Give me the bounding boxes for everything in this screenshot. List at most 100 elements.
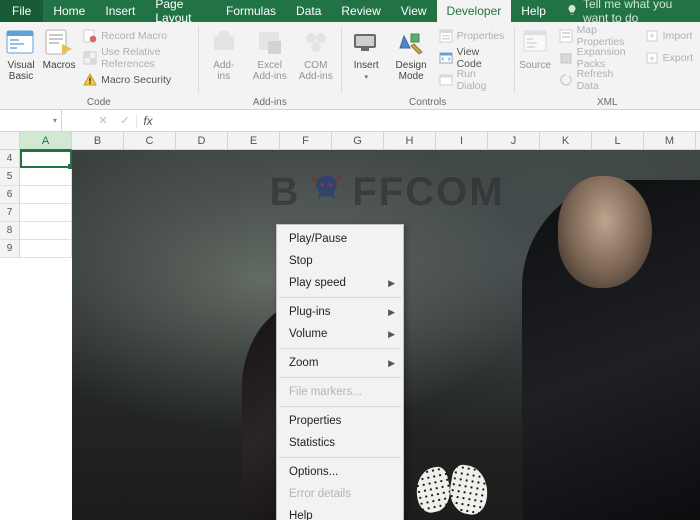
relative-references-icon xyxy=(83,51,97,65)
row-header[interactable]: 6 xyxy=(0,186,20,204)
column-header-A[interactable]: A xyxy=(20,132,72,150)
column-header-D[interactable]: D xyxy=(176,132,228,149)
menu-options[interactable]: Options... xyxy=(277,461,403,483)
name-box[interactable]: ▾ xyxy=(0,110,62,131)
watermark-logo: B FFCOM xyxy=(269,165,504,219)
bulb-icon xyxy=(566,4,578,19)
addins-button[interactable]: Add-ins xyxy=(203,24,245,82)
macros-button[interactable]: Macros xyxy=(42,24,76,71)
column-header-G[interactable]: G xyxy=(332,132,384,149)
use-relative-references-button[interactable]: Use Relative References xyxy=(80,48,194,68)
insert-controls-icon xyxy=(350,26,382,58)
menu-play-pause[interactable]: Play/Pause xyxy=(277,228,403,250)
menu-play-speed[interactable]: Play speed▶ xyxy=(277,272,403,294)
run-dialog-button[interactable]: Run Dialog xyxy=(436,70,510,90)
group-label-controls: Controls xyxy=(346,97,510,109)
properties-icon xyxy=(439,29,453,43)
chevron-right-icon: ▶ xyxy=(388,278,395,289)
import-button[interactable]: Import xyxy=(642,26,696,46)
tab-page-layout[interactable]: Page Layout xyxy=(145,0,216,22)
column-header-H[interactable]: H xyxy=(384,132,436,149)
source-button[interactable]: Source xyxy=(519,24,552,71)
export-icon xyxy=(645,51,659,65)
tab-help[interactable]: Help xyxy=(511,0,556,22)
ribbon-group-controls: Insert▾ DesignMode Properties xyxy=(342,22,514,109)
com-addins-button[interactable]: COMAdd-ins xyxy=(295,24,337,82)
chevron-right-icon: ▶ xyxy=(388,329,395,340)
tab-home[interactable]: Home xyxy=(43,0,95,22)
excel-addins-icon xyxy=(254,26,286,58)
column-header-F[interactable]: F xyxy=(280,132,332,149)
row-header[interactable]: 5 xyxy=(0,168,20,186)
record-macro-button[interactable]: Record Macro xyxy=(80,26,194,46)
map-properties-button[interactable]: Map Properties xyxy=(556,26,638,46)
expansion-packs-button[interactable]: Expansion Packs xyxy=(556,48,638,68)
formula-input[interactable] xyxy=(159,110,700,131)
menu-stop[interactable]: Stop xyxy=(277,250,403,272)
chevron-down-icon: ▾ xyxy=(53,116,57,125)
view-code-icon xyxy=(439,51,453,65)
tab-view[interactable]: View xyxy=(391,0,437,22)
ribbon-developer: VisualBasic Macros Record Macro xyxy=(0,22,700,110)
row-headers: 4 5 6 7 8 9 xyxy=(0,150,20,258)
insert-controls-button[interactable]: Insert▾ xyxy=(346,24,387,83)
formula-accept-button[interactable]: ✓ xyxy=(114,110,136,131)
menu-tabs: File Home Insert Page Layout Formulas Da… xyxy=(0,0,700,22)
column-headers: A B C D E F G H I J K L M xyxy=(0,132,700,150)
row-header[interactable]: 8 xyxy=(0,222,20,240)
video-context-menu: Play/Pause Stop Play speed▶ Plug-ins▶ Vo… xyxy=(276,224,404,520)
menu-error-details: Error details xyxy=(277,483,403,505)
visual-basic-button[interactable]: VisualBasic xyxy=(4,24,38,82)
tab-data[interactable]: Data xyxy=(286,0,331,22)
expansion-packs-icon xyxy=(559,51,573,65)
tab-formulas[interactable]: Formulas xyxy=(216,0,286,22)
formula-cancel-button[interactable]: ✕ xyxy=(92,110,114,131)
column-header-L[interactable]: L xyxy=(592,132,644,149)
column-header-J[interactable]: J xyxy=(488,132,540,149)
tab-review[interactable]: Review xyxy=(331,0,390,22)
macro-security-button[interactable]: Macro Security xyxy=(80,70,194,90)
menu-volume[interactable]: Volume▶ xyxy=(277,323,403,345)
menu-help[interactable]: Help xyxy=(277,505,403,520)
refresh-data-icon xyxy=(559,73,573,87)
cancel-icon: ✕ xyxy=(98,114,107,127)
record-macro-icon xyxy=(83,29,97,43)
menu-statistics[interactable]: Statistics xyxy=(277,432,403,454)
group-label-addins: Add-ins xyxy=(203,97,337,109)
row-header[interactable]: 7 xyxy=(0,204,20,222)
tab-developer[interactable]: Developer xyxy=(437,0,512,22)
insert-function-button[interactable]: fx xyxy=(137,110,159,131)
row-header[interactable]: 9 xyxy=(0,240,20,258)
menu-properties[interactable]: Properties xyxy=(277,410,403,432)
tab-file[interactable]: File xyxy=(0,0,43,22)
source-icon xyxy=(519,26,551,58)
properties-button[interactable]: Properties xyxy=(436,26,510,46)
menu-plugins[interactable]: Plug-ins▶ xyxy=(277,301,403,323)
excel-addins-button[interactable]: ExcelAdd-ins xyxy=(249,24,291,82)
select-all-corner[interactable] xyxy=(0,132,20,149)
export-button[interactable]: Export xyxy=(642,48,696,68)
view-code-button[interactable]: View Code xyxy=(436,48,510,68)
menu-file-markers: File markers... xyxy=(277,381,403,403)
column-header-E[interactable]: E xyxy=(228,132,280,149)
embedded-video-object[interactable]: B FFCOM Play/Pause Stop Play speed▶ Plug… xyxy=(72,150,700,520)
refresh-data-button[interactable]: Refresh Data xyxy=(556,70,638,90)
tab-insert[interactable]: Insert xyxy=(95,0,145,22)
chevron-right-icon: ▶ xyxy=(388,307,395,318)
column-header-C[interactable]: C xyxy=(124,132,176,149)
ribbon-group-xml: Source Map Properties Expansion Packs xyxy=(515,22,700,109)
column-header-M[interactable]: M xyxy=(644,132,696,149)
column-header-I[interactable]: I xyxy=(436,132,488,149)
worksheet: A B C D E F G H I J K L M 4 5 6 7 8 9 B xyxy=(0,132,700,520)
video-figure xyxy=(522,180,700,520)
row-header[interactable]: 4 xyxy=(0,150,20,168)
addins-icon xyxy=(208,26,240,58)
menu-zoom[interactable]: Zoom▶ xyxy=(277,352,403,374)
group-label-xml: XML xyxy=(519,97,696,109)
column-header-K[interactable]: K xyxy=(540,132,592,149)
ribbon-group-addins: Add-ins ExcelAdd-ins COMAdd-ins Add-ins xyxy=(199,22,341,109)
tell-me-search[interactable]: Tell me what you want to do xyxy=(556,0,700,22)
visual-basic-icon xyxy=(5,26,37,58)
design-mode-button[interactable]: DesignMode xyxy=(391,24,432,82)
column-header-B[interactable]: B xyxy=(72,132,124,149)
